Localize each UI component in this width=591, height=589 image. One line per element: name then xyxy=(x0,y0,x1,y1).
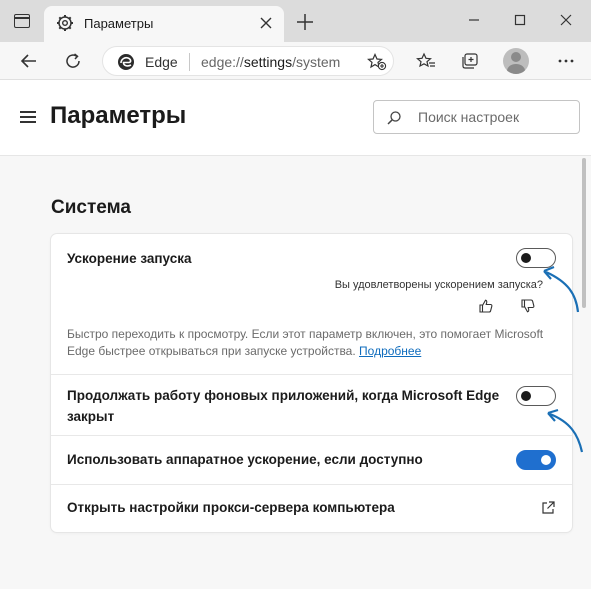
address-separator xyxy=(189,53,190,71)
hardware-accel-label: Использовать аппаратное ускорение, если … xyxy=(67,452,423,467)
refresh-button[interactable] xyxy=(61,50,85,72)
tab-settings[interactable]: Параметры xyxy=(44,6,284,42)
startup-boost-description: Быстро переходить к просмотру. Если этот… xyxy=(67,327,544,358)
collections-icon xyxy=(462,53,478,69)
gear-icon xyxy=(57,15,73,31)
external-link-icon[interactable] xyxy=(540,500,556,516)
tab-actions-icon[interactable] xyxy=(14,14,30,28)
close-icon[interactable] xyxy=(556,10,576,30)
add-favorite-icon[interactable] xyxy=(367,53,387,71)
row-divider xyxy=(51,435,572,436)
arrow-annotation-icon xyxy=(543,265,580,313)
tab-title: Параметры xyxy=(84,16,154,31)
favorites-button[interactable] xyxy=(414,50,438,72)
favorites-icon xyxy=(416,52,435,68)
section-title: Система xyxy=(51,197,131,218)
feedback-question: Вы удовлетворены ускорением запуска? xyxy=(334,279,543,291)
toggle-knob xyxy=(541,454,551,465)
arrow-annotation-icon xyxy=(547,408,584,453)
toggle-knob xyxy=(521,390,531,401)
learn-more-link[interactable]: Подробнее xyxy=(359,344,421,358)
startup-boost-label: Ускорение запуска xyxy=(67,251,192,266)
page-title: Параметры xyxy=(50,102,187,129)
search-icon xyxy=(387,111,401,125)
browser-toolbar: Edge edge://settings/system xyxy=(0,42,591,80)
collections-button[interactable] xyxy=(458,50,482,72)
settings-search[interactable] xyxy=(373,100,580,134)
proxy-settings-label[interactable]: Открыть настройки прокси-сервера компьют… xyxy=(67,497,395,518)
scrollbar[interactable] xyxy=(580,156,588,589)
maximize-icon[interactable] xyxy=(510,10,530,30)
search-input[interactable] xyxy=(418,107,568,127)
back-button[interactable] xyxy=(17,50,41,72)
minimize-icon[interactable] xyxy=(464,10,484,30)
more-icon xyxy=(558,59,574,63)
menu-icon[interactable] xyxy=(20,111,36,123)
background-apps-label: Продолжать работу фоновых приложений, ко… xyxy=(67,388,500,424)
refresh-icon xyxy=(66,53,80,68)
plus-icon[interactable] xyxy=(296,13,314,31)
site-name: Edge xyxy=(145,54,178,70)
tab-strip: Параметры xyxy=(0,0,591,42)
edge-logo-icon xyxy=(118,54,134,70)
row-divider xyxy=(51,374,572,375)
close-icon[interactable] xyxy=(258,15,274,31)
toggle-knob xyxy=(521,252,531,263)
back-icon xyxy=(20,54,36,68)
thumbs-up-icon[interactable] xyxy=(478,298,494,314)
more-button[interactable] xyxy=(554,50,578,72)
row-divider xyxy=(51,484,572,485)
settings-header: Параметры xyxy=(0,80,591,156)
avatar[interactable] xyxy=(503,48,529,74)
url-text: edge://settings/system xyxy=(201,54,341,70)
address-bar[interactable]: Edge edge://settings/system xyxy=(102,46,394,76)
